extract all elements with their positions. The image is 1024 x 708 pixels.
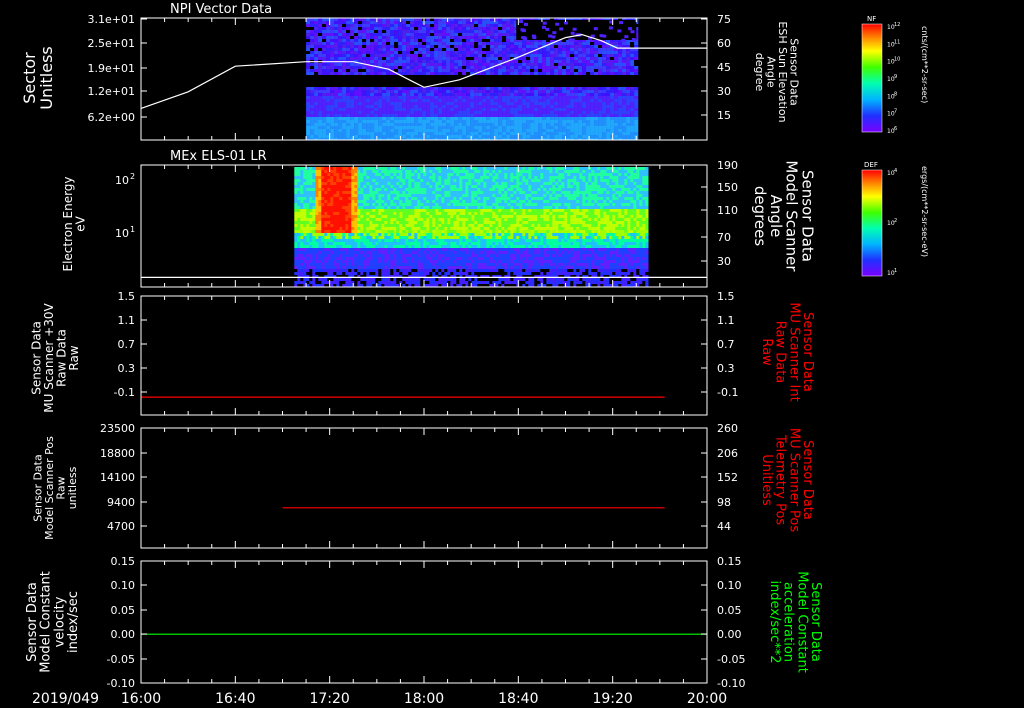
panel-frame <box>140 560 708 684</box>
y2-tick-label: -0.05 <box>717 653 745 666</box>
time-tick-label: 20:00 <box>687 691 727 707</box>
y-tick-label: 1.2e+01 <box>88 85 135 98</box>
colorbar-els-units: ergs/(cm**2-sr-sec-eV) <box>920 166 929 257</box>
y2-tick-label: 45 <box>717 61 731 74</box>
y2-axis-title-p4: Sensor DataMU Scanner PosTelemetry PosUn… <box>759 428 815 533</box>
y2-tick-label: 0.15 <box>717 555 742 568</box>
y2-tick-label: -0.1 <box>717 386 738 399</box>
y-tick-label: 18800 <box>100 447 135 460</box>
y-tick-label: 4700 <box>107 520 135 533</box>
colorbar-npi-units: cnts/(cm**2-sr-sec) <box>920 26 929 103</box>
time-tick-label: 18:40 <box>498 691 538 707</box>
date-label: 2019/049 <box>32 691 99 707</box>
y-tick-label: 0.3 <box>118 362 136 375</box>
colorbar-els: DEF 10 410 210 1 ergs/(cm**2-sr-sec-eV) <box>861 161 929 277</box>
y-tick-label: -0.10 <box>107 677 135 690</box>
y-tick-label: 0.15 <box>111 555 136 568</box>
y-tick-label: 0.05 <box>111 604 136 617</box>
y2-axis-title-p5: Sensor DataModel Constantaccelerationind… <box>767 571 823 673</box>
colorbar-els-ticks: 10 410 210 1 <box>887 168 897 277</box>
y2-tick-label: 0.7 <box>717 338 735 351</box>
y-tick-label: 9400 <box>107 496 135 509</box>
y-axis-title-p5: Sensor DataModel Constantvelocityindex/s… <box>25 571 81 673</box>
y-tick-label: 23500 <box>100 422 135 435</box>
colorbar-tick-exponent: 8 <box>894 91 897 97</box>
y2-tick-label: -0.10 <box>717 677 745 690</box>
time-tick-label: 17:20 <box>309 691 349 707</box>
y-tick-label: 0.7 <box>118 338 136 351</box>
y-tick-label: 14100 <box>100 471 135 484</box>
y-tick-label: 2.5e+01 <box>88 37 135 50</box>
y-tick-label: 3.1e+01 <box>88 13 135 26</box>
y2-tick-label: 0.3 <box>717 362 735 375</box>
colorbar-tick-exponent: 6 <box>894 126 897 132</box>
colorbar-npi-ticks: 10 1210 1110 1010 910 810 710 6 <box>887 22 900 135</box>
panel-title-els: MEx ELS-01 LR <box>170 149 267 164</box>
y-tick-label: -0.1 <box>114 386 135 399</box>
y-axis-title-p4: Sensor DataModel Scanner PosRawunitless <box>32 436 80 540</box>
colorbar-tick-exponent: 11 <box>894 39 900 45</box>
colorbar-tick-exponent: 7 <box>894 109 897 115</box>
colorbar-tick-exponent: 1 <box>894 268 897 274</box>
panel-frame <box>140 427 708 549</box>
y2-tick-label: 30 <box>717 255 731 268</box>
chart-stage: NPI Vector Data MEx ELS-01 LR 2019/049 1… <box>20 2 929 707</box>
time-tick-label: 16:40 <box>215 691 255 707</box>
colorbar-tick-exponent: 10 <box>894 57 900 63</box>
y2-tick-label: 110 <box>717 204 738 217</box>
y-axis-title-npi: SectorUnitless <box>20 46 56 110</box>
y2-tick-label: 0.00 <box>717 628 742 641</box>
y2-tick-label: 152 <box>717 471 738 484</box>
y2-tick-label: 15 <box>717 109 731 122</box>
colorbar-tick-exponent: 2 <box>894 218 897 224</box>
y-axis-title-p3: Sensor DataMU Scanner +30VRaw DataRaw <box>29 303 81 413</box>
y-tick-label: 0.00 <box>111 628 136 641</box>
colorbar-npi-title: NF <box>867 15 876 23</box>
colorbar-tick-exponent: 9 <box>894 74 897 80</box>
y-tick-label: 10 <box>115 227 129 240</box>
panel-title-npi: NPI Vector Data <box>170 2 272 17</box>
y2-axis-title-els: Sensor DataModel ScannerAngledegrees <box>751 160 816 272</box>
y-tick-exponent: 2 <box>130 172 135 181</box>
y2-axis-title-npi: Sensor DataESH Sun ElevationAngledegree <box>753 21 801 122</box>
colorbar-tick-exponent: 4 <box>894 168 897 174</box>
y-tick-label: 10 <box>115 174 129 187</box>
y2-tick-label: 60 <box>717 37 731 50</box>
y-axis-title-els: Electron EnergyeV <box>61 176 88 271</box>
colorbar-tick-exponent: 12 <box>894 22 900 28</box>
y2-tick-label: 0.10 <box>717 579 742 592</box>
y2-tick-label: 75 <box>717 13 731 26</box>
y2-tick-label: 260 <box>717 422 738 435</box>
y2-tick-label: 70 <box>717 231 731 244</box>
colorbar-els-title: DEF <box>864 161 878 169</box>
y-tick-label: 1.1 <box>118 314 136 327</box>
y-tick-label: -0.05 <box>107 653 135 666</box>
time-tick-label: 16:00 <box>121 691 161 707</box>
colorbar-npi: NF 10 1210 1110 1010 910 810 710 6 cnts/(cm**2-… <box>861 15 929 135</box>
y2-tick-label: 1.1 <box>717 314 735 327</box>
y-tick-label: 6.2e+00 <box>88 111 135 124</box>
els-spectrogram <box>294 167 649 287</box>
y2-tick-label: 206 <box>717 447 738 460</box>
y2-tick-label: 0.05 <box>717 604 742 617</box>
y-tick-exponent: 1 <box>130 225 135 234</box>
y2-tick-label: 150 <box>717 181 738 194</box>
time-tick-labels: 16:00 16:40 17:20 18:00 18:40 19:20 20:00 <box>121 691 727 707</box>
y-tick-label: 0.10 <box>111 579 136 592</box>
y2-tick-label: 44 <box>717 520 731 533</box>
y2-tick-label: 98 <box>717 496 731 509</box>
time-tick-label: 19:20 <box>592 691 632 707</box>
y2-tick-label: 1.5 <box>717 290 735 303</box>
y2-tick-label: 190 <box>717 159 738 172</box>
y2-axis-title-p3: Sensor DataMU Scanner IntRaw DataRaw <box>759 302 815 401</box>
time-tick-label: 18:00 <box>404 691 444 707</box>
y-tick-label: 1.9e+01 <box>88 62 135 75</box>
y2-tick-label: 30 <box>717 85 731 98</box>
y-tick-label: 1.5 <box>118 290 136 303</box>
